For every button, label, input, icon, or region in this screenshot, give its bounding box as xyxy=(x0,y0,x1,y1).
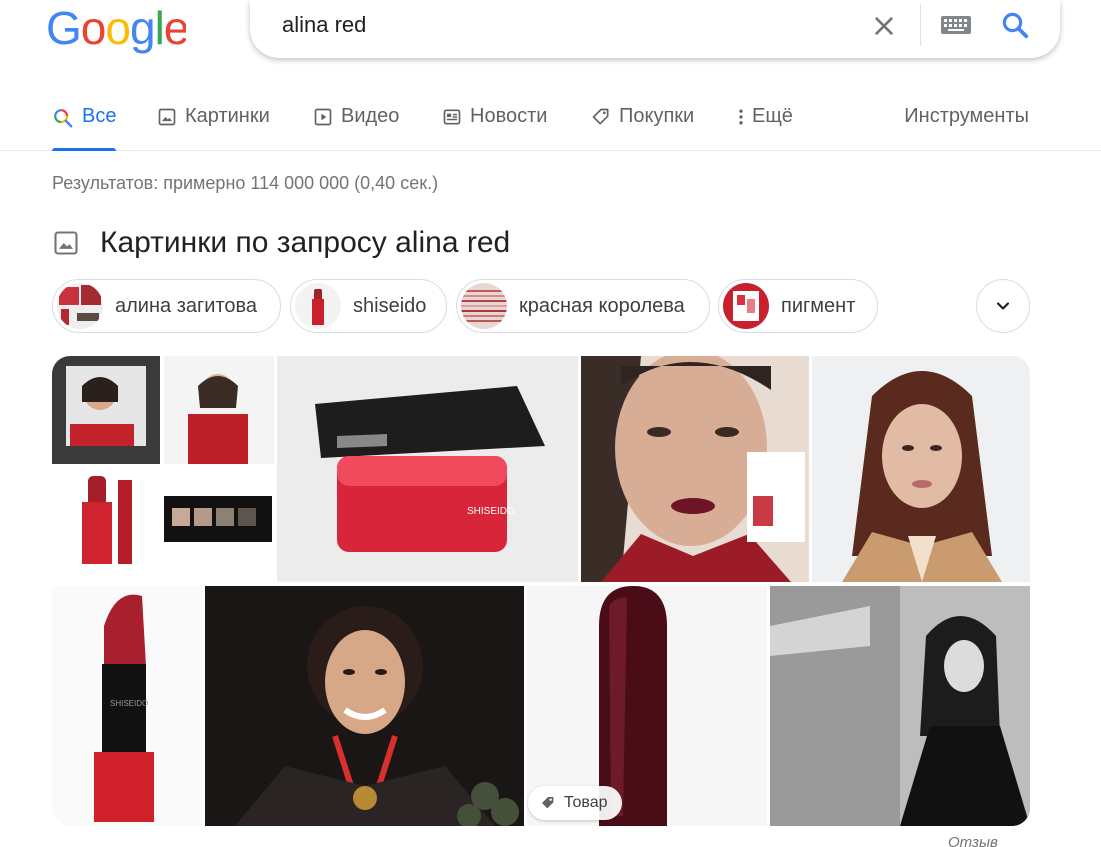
more-vert-icon xyxy=(739,109,743,125)
chip-alina-zagitova[interactable]: алина загитова xyxy=(52,279,281,333)
chip-label: пигмент xyxy=(781,294,856,317)
chip-red-queen[interactable]: красная королева xyxy=(456,279,710,333)
image-result[interactable] xyxy=(52,356,274,582)
chip-pigment[interactable]: пигмент xyxy=(718,279,878,333)
search-icon xyxy=(54,109,73,128)
news-icon xyxy=(443,109,461,125)
search-tabs: Все Картинки Видео Новости Покупки Ещё И… xyxy=(0,95,1101,151)
feedback-link[interactable]: Отзыв xyxy=(948,834,998,847)
image-result[interactable]: SHISEIDO xyxy=(52,586,202,826)
result-stats: Результатов: примерно 114 000 000 (0,40 … xyxy=(52,173,439,193)
chip-label: алина загитова xyxy=(115,294,258,317)
tag-icon xyxy=(592,108,609,125)
svg-text:Google: Google xyxy=(46,4,186,54)
chip-shiseido[interactable]: shiseido xyxy=(290,279,447,333)
image-results-grid: SHISEIDO SHISEIDO xyxy=(52,356,1030,826)
google-logo[interactable]: Google xyxy=(46,4,186,54)
tab-news[interactable]: Новости xyxy=(442,105,547,151)
image-result[interactable] xyxy=(205,586,524,826)
keyboard-icon[interactable] xyxy=(940,15,972,35)
image-result[interactable] xyxy=(770,586,1030,826)
tab-label: Ещё xyxy=(752,105,793,127)
tab-shopping[interactable]: Покупки xyxy=(591,105,694,151)
chip-thumbnail xyxy=(57,283,103,329)
image-result[interactable]: SHISEIDO xyxy=(277,356,578,582)
chevron-down-icon xyxy=(996,302,1010,310)
chip-label: красная королева xyxy=(519,294,685,317)
tab-label: Покупки xyxy=(619,105,695,127)
image-result[interactable] xyxy=(581,356,809,582)
chip-label: shiseido xyxy=(353,294,427,317)
image-icon xyxy=(158,108,176,126)
image-result[interactable] xyxy=(812,356,1030,582)
search-icon[interactable] xyxy=(1000,10,1030,40)
images-section-heading[interactable]: Картинки по запросу alina red xyxy=(52,226,510,260)
product-badge: Товар xyxy=(528,786,622,820)
tab-more[interactable]: Ещё xyxy=(736,105,793,151)
images-heading-text: Картинки по запросу alina red xyxy=(100,226,511,259)
play-icon xyxy=(314,108,332,126)
tab-images[interactable]: Картинки xyxy=(157,105,270,151)
tab-label: Видео xyxy=(341,105,400,127)
tab-label: Все xyxy=(82,105,117,127)
tab-all[interactable]: Все xyxy=(52,105,117,151)
chip-thumbnail xyxy=(723,283,769,329)
expand-chips-button[interactable] xyxy=(976,279,1030,333)
svg-text:SHISEIDO: SHISEIDO xyxy=(110,699,148,708)
tab-label: Новости xyxy=(470,105,548,127)
chip-thumbnail xyxy=(461,283,507,329)
tab-video[interactable]: Видео xyxy=(313,105,399,151)
search-input[interactable]: alina red xyxy=(282,12,366,38)
svg-text:SHISEIDO: SHISEIDO xyxy=(467,506,515,517)
image-icon xyxy=(54,231,78,255)
tab-label: Картинки xyxy=(185,105,270,127)
clear-icon[interactable] xyxy=(870,12,898,40)
tag-icon xyxy=(542,797,554,809)
product-badge-label: Товар xyxy=(564,794,608,811)
search-divider xyxy=(920,4,921,46)
search-box[interactable]: alina red xyxy=(250,0,1060,58)
tools-button[interactable]: Инструменты xyxy=(904,105,1029,128)
chip-thumbnail xyxy=(295,283,341,329)
